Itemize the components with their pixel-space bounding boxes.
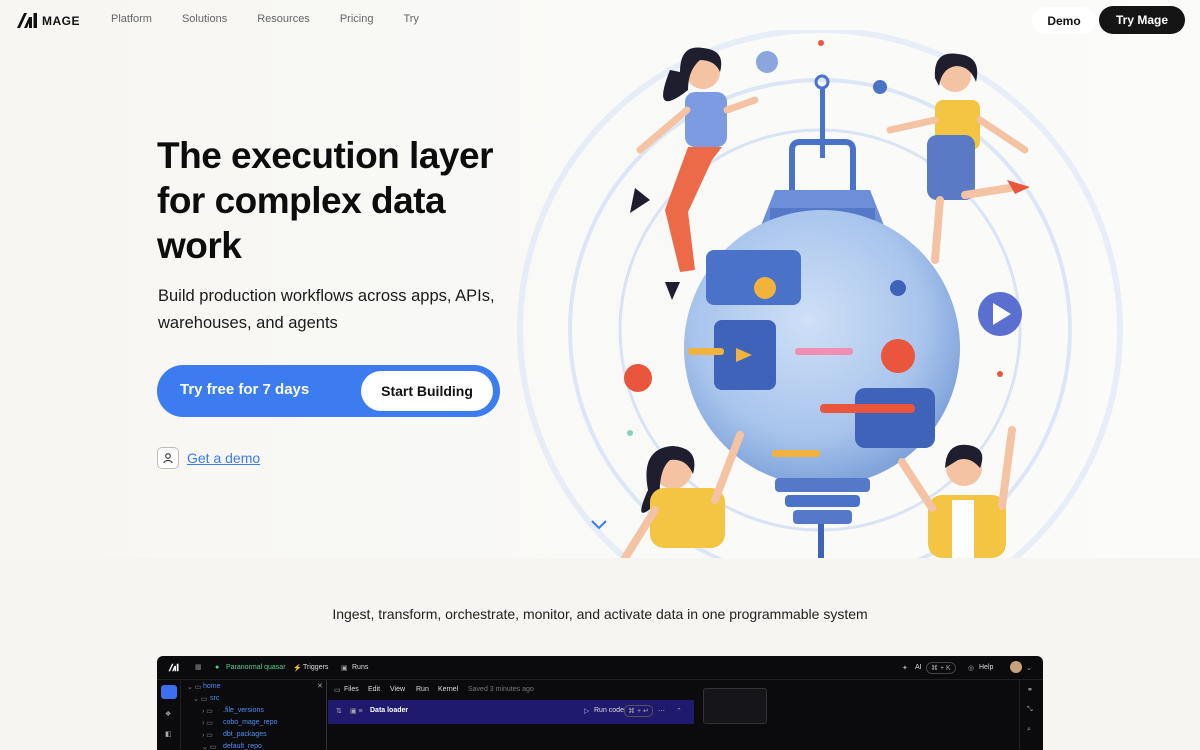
saved-status: Saved 3 minutes ago <box>468 686 534 693</box>
app-preview: ▦ ● Paranormal quasar ⚡ Triggers ▣ Runs … <box>157 656 1043 750</box>
nav-platform[interactable]: Platform <box>111 13 152 25</box>
chevron-down-icon[interactable]: ⌄ <box>1026 664 1032 672</box>
expand-icon[interactable]: ⤡ <box>1027 706 1033 714</box>
person-icon <box>157 447 179 469</box>
get-demo-label: Get a demo <box>187 450 261 466</box>
menu-run[interactable]: Run <box>416 686 429 693</box>
section-tagline: Ingest, transform, orchestrate, monitor,… <box>332 606 868 622</box>
mage-logo-icon <box>168 663 179 672</box>
runs-tab[interactable]: Runs <box>352 664 368 671</box>
collapse-icon[interactable]: ⌃ <box>676 707 682 715</box>
tree-chevron-icon: ⌄ ▭ <box>193 696 208 703</box>
right-panel <box>697 680 1017 750</box>
run-code-button[interactable]: Run code <box>594 707 624 714</box>
menu-files[interactable]: Files <box>344 686 359 693</box>
tree-item[interactable]: cobo_mage_repo <box>223 719 278 726</box>
play-icon: ▷ <box>584 708 590 715</box>
tree-item[interactable]: src <box>210 695 219 702</box>
nav-resources[interactable]: Resources <box>257 13 310 25</box>
file-tree: ⌄ ▭ home ✕ ⌄ ▭ src › ▭ .file_versions › … <box>181 680 327 750</box>
close-icon[interactable]: ✕ <box>317 682 323 690</box>
hero-illustration <box>517 30 1123 558</box>
app-sidebar: ❖ ◧ <box>157 680 181 750</box>
files-menu-icon: ▭ <box>334 687 341 694</box>
logo[interactable]: MAGE <box>16 12 80 29</box>
project-name[interactable]: Paranormal quasar <box>226 664 286 671</box>
tree-item[interactable]: home <box>203 683 221 690</box>
help-icon: ◎ <box>968 665 975 672</box>
data-loader-block[interactable]: ⇅ ▣ ≡ Data loader ▷ Run code ⌘ + ↵ ⋯ ⌃ <box>328 700 694 724</box>
menu-kernel[interactable]: Kernel <box>438 686 458 693</box>
top-nav: MAGE Platform Solutions Resources Pricin… <box>0 0 1200 40</box>
tree-chevron-icon: › ▭ <box>202 720 213 727</box>
settings-card <box>703 688 767 724</box>
hero-section: The execution layer for complex data wor… <box>0 0 1200 558</box>
ai-button[interactable]: AI <box>915 664 922 671</box>
triggers-icon: ⚡ <box>293 665 302 672</box>
pipeline-icon: ▦ <box>195 664 202 671</box>
nav-try[interactable]: Try <box>403 13 418 25</box>
mage-logo-icon <box>17 13 37 28</box>
tree-chevron-icon: › ▭ <box>202 732 213 739</box>
blocks-icon[interactable]: ❖ <box>165 710 171 718</box>
block-name: Data loader <box>370 707 409 714</box>
runs-icon: ▣ <box>341 665 348 672</box>
block-type-icon: ▣ ≡ <box>350 708 363 715</box>
app-topbar: ▦ ● Paranormal quasar ⚡ Triggers ▣ Runs … <box>157 656 1043 680</box>
tree-item[interactable]: dbt_packages <box>223 731 267 738</box>
try-free-label: Try free for 7 days <box>180 381 310 398</box>
nav-links: Platform Solutions Resources Pricing Try <box>111 13 419 25</box>
drag-handle-icon[interactable]: ⇅ <box>336 707 342 715</box>
ai-icon: ✦ <box>902 665 908 672</box>
avatar[interactable] <box>1010 661 1022 673</box>
help-button[interactable]: Help <box>979 664 993 671</box>
get-demo-link[interactable]: Get a demo <box>157 447 260 469</box>
settings-icon[interactable]: ◧ <box>165 730 172 738</box>
more-icon[interactable]: ⋯ <box>658 707 665 715</box>
tree-chevron-icon: ⌄ ▭ <box>202 744 217 750</box>
demo-button[interactable]: Demo <box>1032 7 1096 34</box>
nav-pricing[interactable]: Pricing <box>340 13 374 25</box>
hero-subtitle: Build production workflows across apps, … <box>158 287 495 332</box>
start-building-button[interactable]: Start Building <box>361 371 493 411</box>
tree-chevron-icon: › ▭ <box>202 708 213 715</box>
tree-chevron-icon: ⌄ ▭ <box>187 684 202 691</box>
ai-shortcut: ⌘ + K <box>926 662 956 674</box>
nav-solutions[interactable]: Solutions <box>182 13 227 25</box>
tree-item[interactable]: .file_versions <box>223 707 264 714</box>
menu-view[interactable]: View <box>390 686 405 693</box>
chevron-down-icon[interactable] <box>590 518 608 530</box>
triggers-tab[interactable]: Triggers <box>303 664 328 671</box>
menu-edit[interactable]: Edit <box>368 686 380 693</box>
hero-title: The execution layer for complex data wor… <box>157 135 493 266</box>
link-icon[interactable]: ⚭ <box>1027 686 1033 694</box>
files-icon[interactable] <box>161 685 177 699</box>
try-free-button[interactable]: Try free for 7 days Start Building <box>157 365 500 417</box>
run-shortcut: ⌘ + ↵ <box>624 705 653 717</box>
logo-text: MAGE <box>42 13 80 28</box>
editor-panel: ▭ Files Edit View Run Kernel Saved 3 min… <box>328 680 694 750</box>
search-icon[interactable]: ⌕ <box>1027 726 1031 734</box>
try-mage-button[interactable]: Try Mage <box>1099 6 1185 34</box>
tree-item[interactable]: default_repo <box>223 743 262 750</box>
project-icon: ● <box>215 664 220 671</box>
right-rail: ⚭ ⤡ ⌕ <box>1019 680 1043 750</box>
